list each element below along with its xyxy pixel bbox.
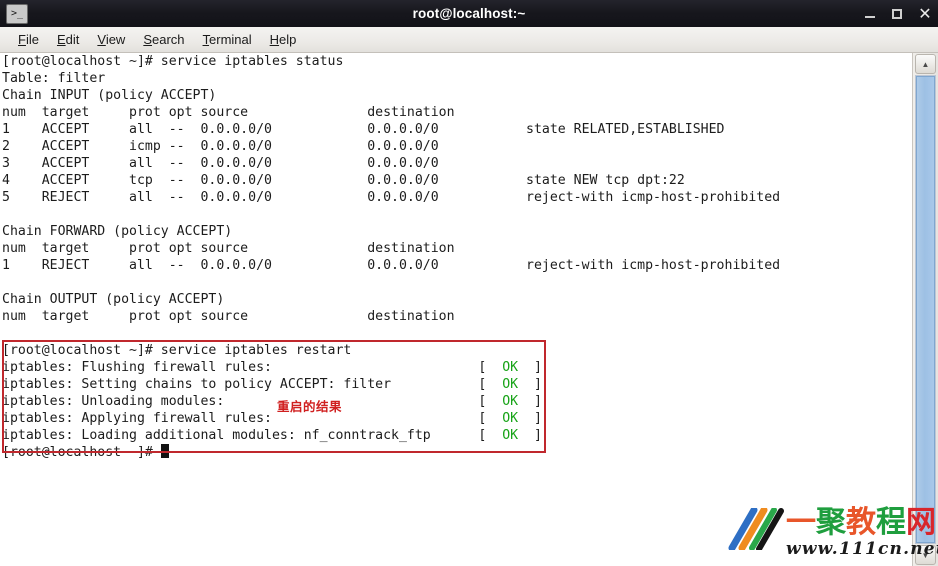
- window-title: root@localhost:~: [412, 6, 526, 21]
- text-cursor: [160, 444, 169, 458]
- status-ok-badge: OK: [486, 360, 534, 375]
- title-bar: >_ root@localhost:~ ✕: [0, 0, 938, 28]
- watermark-char-2: 聚: [816, 505, 846, 540]
- menu-item-file[interactable]: File: [9, 30, 48, 49]
- vertical-scrollbar[interactable]: ▲ ▼: [912, 53, 938, 566]
- annotation-note: 重启的结果: [277, 399, 343, 414]
- terminal-screen[interactable]: [root@localhost ~]# service iptables sta…: [0, 53, 912, 566]
- terminal-output: [root@localhost ~]# service iptables sta…: [2, 54, 781, 460]
- watermark-brand: 一聚教程网: [786, 506, 936, 540]
- maximize-button[interactable]: [891, 7, 905, 21]
- status-ok-badge: OK: [486, 394, 534, 409]
- menu-bar: File Edit View Search Terminal Help: [0, 27, 938, 53]
- minimize-button[interactable]: [864, 7, 878, 21]
- close-button[interactable]: ✕: [918, 5, 932, 21]
- watermark: 一聚教程网 www.111cn.net: [728, 506, 938, 564]
- menu-item-edit[interactable]: Edit: [48, 30, 88, 49]
- menu-item-terminal[interactable]: Terminal: [194, 30, 261, 49]
- terminal-window: >_ root@localhost:~ ✕ File Edit View Sea…: [0, 0, 938, 566]
- status-ok-badge: OK: [486, 377, 534, 392]
- scrollbar-track[interactable]: [915, 75, 936, 544]
- status-ok-badge: OK: [486, 428, 534, 443]
- watermark-url: www.111cn.net: [786, 539, 938, 559]
- scrollbar-thumb[interactable]: [916, 76, 935, 543]
- watermark-char-4: 程: [876, 505, 906, 540]
- menu-item-help[interactable]: Help: [261, 30, 306, 49]
- status-ok-badge: OK: [486, 411, 534, 426]
- watermark-slashes-icon: [728, 508, 784, 550]
- menu-item-search[interactable]: Search: [134, 30, 193, 49]
- watermark-char-5: 网: [906, 505, 936, 540]
- watermark-char-3: 教: [846, 505, 876, 540]
- menu-item-view[interactable]: View: [88, 30, 134, 49]
- scroll-up-icon[interactable]: ▲: [915, 54, 936, 74]
- window-controls: ✕: [864, 0, 932, 27]
- watermark-char-1: 一: [786, 505, 816, 540]
